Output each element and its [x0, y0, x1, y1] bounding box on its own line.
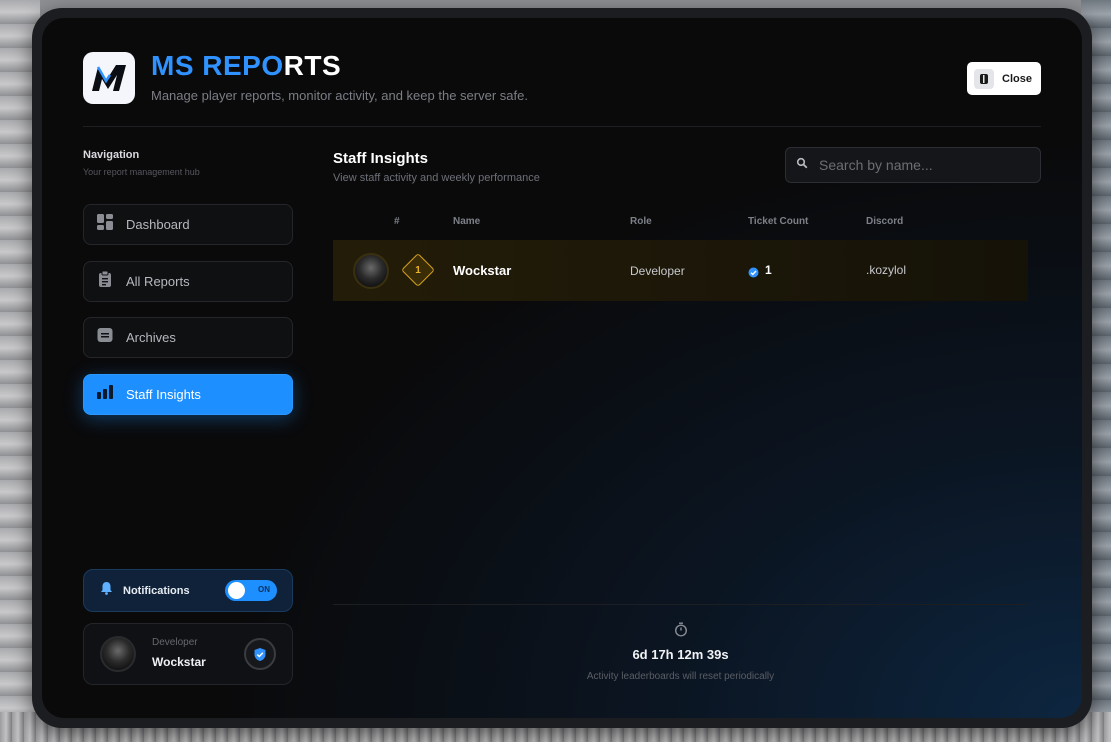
row-discord: .kozylol — [866, 263, 907, 277]
stopwatch-icon — [674, 622, 688, 642]
column-header-rank: # — [394, 216, 400, 227]
sidebar-item-archives[interactable]: Archives — [83, 317, 293, 358]
notifications-panel: Notifications ON — [83, 569, 293, 612]
row-role: Developer — [630, 264, 685, 278]
avatar — [100, 636, 136, 672]
avatar — [353, 253, 389, 289]
nav-subtitle: Your report management hub — [83, 167, 200, 177]
row-name: Wockstar — [453, 263, 512, 278]
verified-check-icon — [748, 265, 759, 283]
close-button[interactable]: Close — [967, 62, 1041, 95]
column-header-role: Role — [630, 216, 652, 227]
sidebar-item-staff-insights[interactable]: Staff Insights — [83, 374, 293, 415]
app-subtitle: Manage player reports, monitor activity,… — [151, 88, 528, 103]
sidebar-item-label: All Reports — [126, 274, 190, 289]
notifications-label: Notifications — [123, 584, 190, 597]
section-title: Staff Insights — [333, 150, 429, 167]
app-logo — [83, 52, 135, 104]
reset-note: Activity leaderboards will reset periodi… — [586, 671, 775, 682]
row-ticket-count: 1 — [765, 263, 772, 277]
sidebar-item-dashboard[interactable]: Dashboard — [83, 204, 293, 245]
nav-title: Navigation — [83, 149, 140, 161]
bar-chart-icon — [96, 384, 114, 405]
column-header-discord: Discord — [866, 216, 904, 227]
tablet-screen: MS REPORTS Manage player reports, monito… — [42, 18, 1082, 718]
bell-icon — [100, 581, 113, 600]
header-divider — [83, 126, 1041, 127]
search-input[interactable] — [819, 157, 1029, 173]
sidebar-item-all-reports[interactable]: All Reports — [83, 261, 293, 302]
sidebar-item-label: Archives — [126, 330, 176, 345]
search-icon — [796, 156, 808, 174]
clipboard-icon — [96, 270, 114, 293]
notifications-toggle[interactable]: ON — [225, 580, 277, 601]
profile-name: Wockstar — [152, 655, 206, 669]
profile-card: Developer Wockstar — [83, 623, 293, 685]
section-subtitle: View staff activity and weekly performan… — [333, 172, 540, 184]
toggle-knob — [228, 582, 245, 599]
rank-number: 1 — [415, 264, 421, 276]
sidebar-item-label: Dashboard — [126, 217, 190, 232]
close-icon — [974, 68, 994, 89]
reset-timer: 6d 17h 12m 39s — [632, 647, 729, 662]
archive-icon — [96, 326, 114, 349]
app-title: MS REPORTS — [151, 50, 342, 81]
column-header-name: Name — [453, 216, 481, 227]
profile-role: Developer — [152, 637, 198, 648]
shield-button[interactable] — [244, 638, 276, 670]
table-row[interactable]: 1 Wockstar Developer 1 .kozylol — [333, 240, 1028, 301]
toggle-state-text: ON — [258, 585, 270, 594]
tablet-frame: MS REPORTS Manage player reports, monito… — [32, 8, 1092, 728]
shield-check-icon — [254, 647, 266, 661]
close-label: Close — [1002, 72, 1032, 85]
column-header-ticket-count: Ticket Count — [748, 216, 809, 227]
footer-divider — [333, 604, 1028, 605]
sidebar-item-label: Staff Insights — [126, 387, 201, 402]
search-box — [785, 147, 1041, 183]
dashboard-icon — [96, 213, 114, 236]
